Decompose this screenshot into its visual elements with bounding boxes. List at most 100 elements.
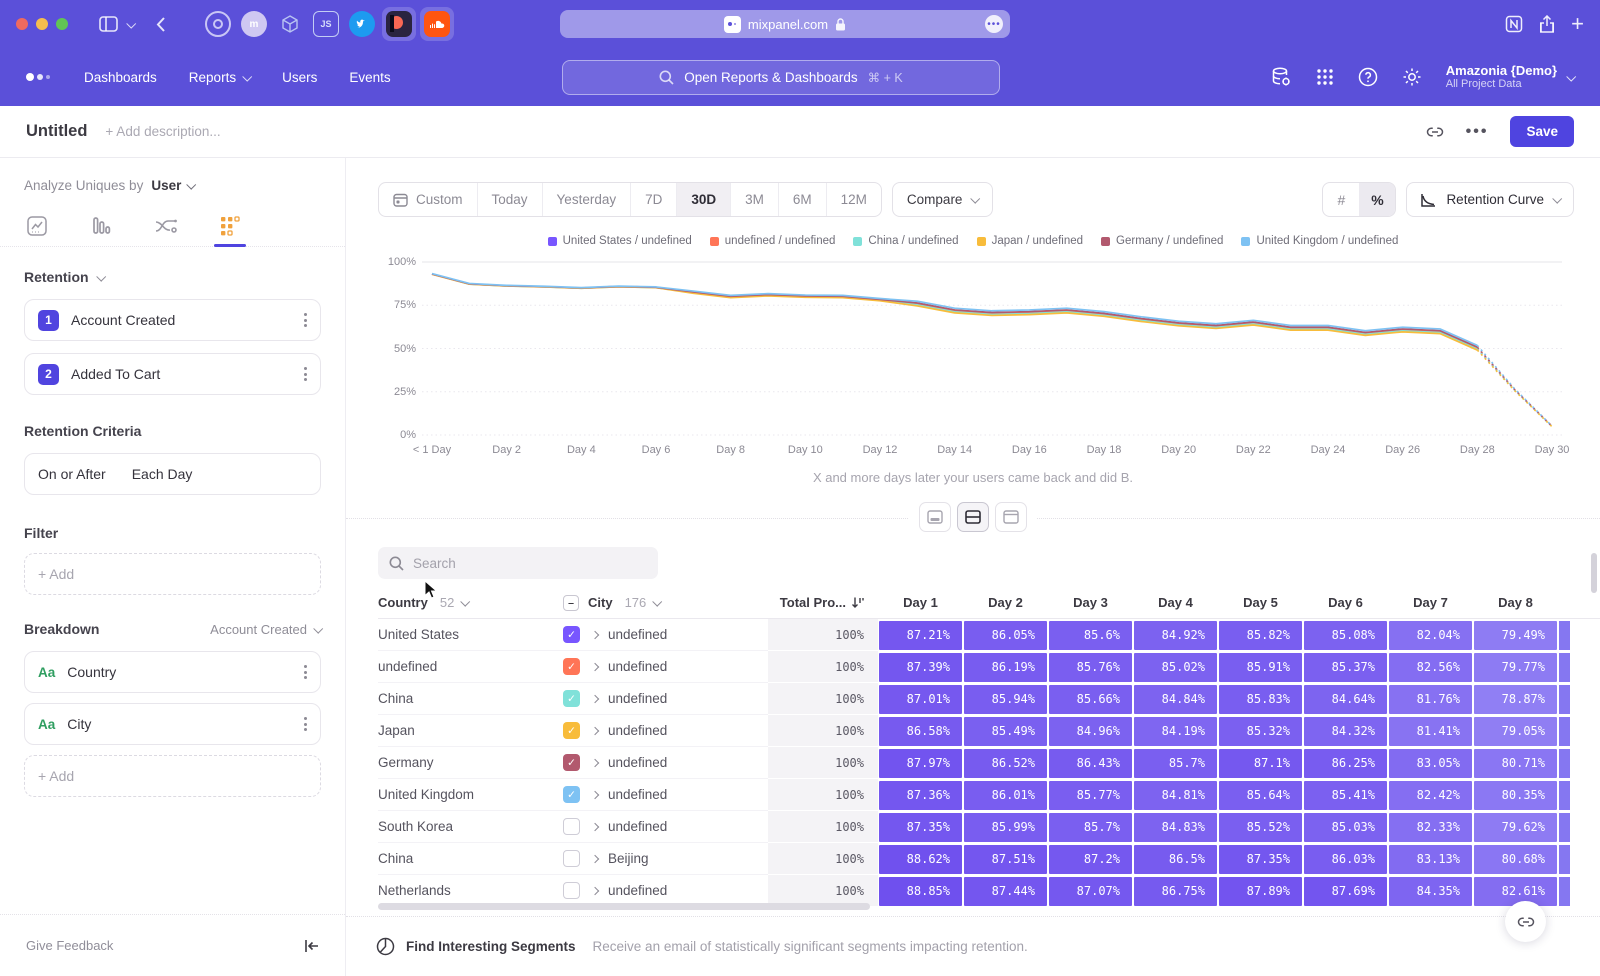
day-cell[interactable]: 84.84% (1133, 683, 1218, 715)
day-cell[interactable]: 85.52% (1218, 811, 1303, 843)
kebab-menu-icon[interactable] (304, 665, 307, 679)
day-cell[interactable]: 84.64% (1303, 683, 1388, 715)
range-button-12m[interactable]: 12M (827, 183, 881, 216)
criteria-on-or-after[interactable]: On or After (38, 466, 106, 482)
day-cell[interactable]: 87.97% (878, 747, 963, 779)
criteria-each-day[interactable]: Each Day (132, 466, 193, 482)
day-cell[interactable]: 86.05% (963, 619, 1048, 651)
window-zoom-button[interactable] (56, 18, 68, 30)
compare-button[interactable]: Compare (892, 182, 994, 217)
table-search-input[interactable] (413, 556, 633, 571)
day-cell[interactable]: 80.68% (1473, 843, 1558, 875)
more-options-icon[interactable]: ••• (1466, 123, 1489, 141)
day-cell[interactable]: 82.33% (1388, 811, 1473, 843)
country-cell[interactable]: China (378, 843, 563, 875)
day-cell[interactable]: 85.76% (1048, 651, 1133, 683)
kebab-menu-icon[interactable] (304, 313, 307, 327)
day-cell[interactable]: 82.42% (1388, 779, 1473, 811)
table-search[interactable] (378, 547, 658, 579)
legend-item[interactable]: United States / undefined (548, 235, 692, 247)
new-tab-icon[interactable]: + (1571, 11, 1584, 37)
global-search-button[interactable]: Open Reports & Dashboards ⌘ + K (562, 60, 1000, 95)
country-cell[interactable]: United Kingdom (378, 779, 563, 811)
day-cell[interactable]: 85.7% (1133, 747, 1218, 779)
settings-gear-icon[interactable] (1402, 67, 1422, 87)
day-cell[interactable]: 83.05% (1388, 747, 1473, 779)
percent-toggle[interactable]: % (1359, 183, 1395, 216)
day-cell[interactable]: 86.03% (1303, 843, 1388, 875)
range-button-7d[interactable]: 7D (631, 183, 677, 216)
nav-events[interactable]: Events (349, 70, 390, 85)
day-cell[interactable]: 87.69% (1303, 875, 1388, 907)
country-cell[interactable]: Japan (378, 715, 563, 747)
avatar-extension-icon[interactable]: m (241, 11, 267, 37)
day-cell[interactable]: 87.39% (878, 651, 963, 683)
country-cell[interactable]: Germany (378, 747, 563, 779)
find-segments-title[interactable]: Find Interesting Segments (406, 939, 576, 954)
day-cell[interactable]: 87.1% (1218, 747, 1303, 779)
day-cell[interactable]: 84.32% (1303, 715, 1388, 747)
expand-chevron-icon[interactable] (591, 822, 599, 830)
day-cell[interactable]: 87.2% (1048, 843, 1133, 875)
select-all-checkbox[interactable]: – (563, 595, 579, 611)
day-cell[interactable]: 85.91% (1218, 651, 1303, 683)
absolute-toggle[interactable]: # (1323, 183, 1359, 216)
back-button[interactable] (146, 10, 174, 38)
day-cell[interactable]: 84.96% (1048, 715, 1133, 747)
row-checkbox-checked[interactable]: ✓ (563, 722, 580, 739)
country-cell[interactable]: China (378, 683, 563, 715)
column-header-country[interactable]: Country 52 (378, 595, 563, 610)
day-cell[interactable]: 79.49% (1473, 619, 1558, 651)
row-checkbox-checked[interactable]: ✓ (563, 754, 580, 771)
analyze-value[interactable]: User (151, 178, 181, 193)
row-checkbox-checked[interactable]: ✓ (563, 626, 580, 643)
day-cell[interactable]: 87.21% (878, 619, 963, 651)
expand-chevron-icon[interactable] (591, 758, 599, 766)
vertical-scrollbar[interactable] (1591, 553, 1597, 593)
day-cell[interactable]: 84.83% (1133, 811, 1218, 843)
expand-chevron-icon[interactable] (591, 662, 599, 670)
day-cell[interactable]: 86.52% (963, 747, 1048, 779)
column-header-total[interactable]: Total Pro... (768, 595, 878, 610)
day-cell[interactable]: 85.7% (1048, 811, 1133, 843)
tab-funnels[interactable] (90, 205, 112, 246)
collapse-sidebar-icon[interactable] (304, 939, 319, 953)
split-view-button[interactable] (957, 502, 989, 532)
column-header-day[interactable]: Day 3 (1048, 595, 1133, 610)
day-cell[interactable]: 84.19% (1133, 715, 1218, 747)
column-header-day[interactable]: Day 7 (1388, 595, 1473, 610)
expand-chevron-icon[interactable] (591, 694, 599, 702)
window-minimize-button[interactable] (36, 18, 48, 30)
legend-item[interactable]: Japan / undefined (977, 235, 1083, 247)
day-cell[interactable]: 81.41% (1388, 715, 1473, 747)
day-cell[interactable]: 84.81% (1133, 779, 1218, 811)
help-icon[interactable] (1358, 67, 1378, 87)
kebab-menu-icon[interactable] (304, 367, 307, 381)
share-link-fab[interactable] (1505, 901, 1546, 942)
column-header-day[interactable]: Day 1 (878, 595, 963, 610)
day-cell[interactable]: 81.76% (1388, 683, 1473, 715)
day-cell[interactable]: 86.01% (963, 779, 1048, 811)
day-cell[interactable]: 79.62% (1473, 811, 1558, 843)
legend-item[interactable]: United Kingdom / undefined (1241, 235, 1398, 247)
browser-address-bar[interactable]: mixpanel.com ••• (560, 10, 1010, 38)
sidebar-toggle-icon[interactable] (94, 10, 122, 38)
day-cell[interactable]: 85.37% (1303, 651, 1388, 683)
range-button-3m[interactable]: 3M (731, 183, 779, 216)
give-feedback-link[interactable]: Give Feedback (26, 938, 113, 953)
day-cell[interactable]: 85.08% (1303, 619, 1388, 651)
range-button-today[interactable]: Today (478, 183, 543, 216)
day-cell[interactable]: 87.07% (1048, 875, 1133, 907)
data-management-icon[interactable] (1270, 66, 1292, 88)
horizontal-scrollbar[interactable] (378, 903, 870, 910)
range-button-6m[interactable]: 6M (779, 183, 827, 216)
expand-chevron-icon[interactable] (591, 630, 599, 638)
column-header-day[interactable]: Day 6 (1303, 595, 1388, 610)
row-checkbox-checked[interactable]: ✓ (563, 786, 580, 803)
day-cell[interactable]: 86.5% (1133, 843, 1218, 875)
day-cell[interactable]: 85.66% (1048, 683, 1133, 715)
step-card-2[interactable]: 2 Added To Cart (24, 353, 321, 395)
day-cell[interactable]: 87.36% (878, 779, 963, 811)
day-cell[interactable]: 85.32% (1218, 715, 1303, 747)
expand-chevron-icon[interactable] (591, 726, 599, 734)
